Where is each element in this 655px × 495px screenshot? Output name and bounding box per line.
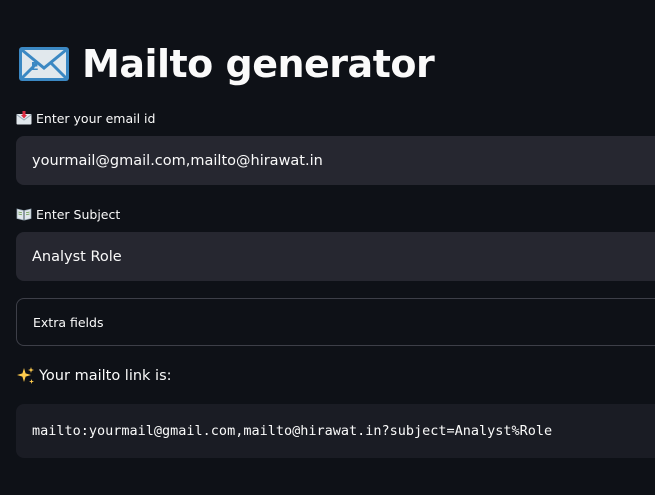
email-field-label: Enter your email id — [16, 109, 155, 127]
email-input[interactable]: yourmail@gmail.com,mailto@hirawat.in — [16, 136, 655, 185]
open-book-icon — [16, 208, 32, 221]
mailto-result-label-text: Your mailto link is: — [39, 368, 172, 384]
email-field-label-text: Enter your email id — [36, 110, 156, 126]
extra-fields-expander[interactable]: Extra fields — [16, 298, 655, 346]
email-input-value: yourmail@gmail.com,mailto@hirawat.in — [32, 152, 323, 169]
envelope-with-arrow-icon — [16, 111, 32, 125]
mailto-link-text: mailto:yourmail@gmail.com,mailto@hirawat… — [32, 423, 553, 439]
subject-input-value: Analyst Role — [32, 248, 122, 265]
subject-input[interactable]: Analyst Role — [16, 232, 655, 281]
mailto-result-label: Your mailto link is: — [16, 364, 172, 388]
page-title: E Mailto generator — [16, 38, 435, 90]
app-container: E Mailto generator Enter your email id y… — [0, 0, 655, 495]
svg-text:E: E — [31, 60, 38, 73]
subject-field-label-text: Enter Subject — [36, 206, 121, 222]
sparkles-icon — [17, 367, 34, 384]
subject-field-label: Enter Subject — [16, 205, 120, 223]
e-mail-envelope-icon: E — [19, 47, 69, 81]
mailto-link-code-block[interactable]: mailto:yourmail@gmail.com,mailto@hirawat… — [16, 404, 655, 458]
page-title-text: Mailto generator — [82, 42, 435, 86]
extra-fields-expander-label: Extra fields — [33, 314, 104, 330]
